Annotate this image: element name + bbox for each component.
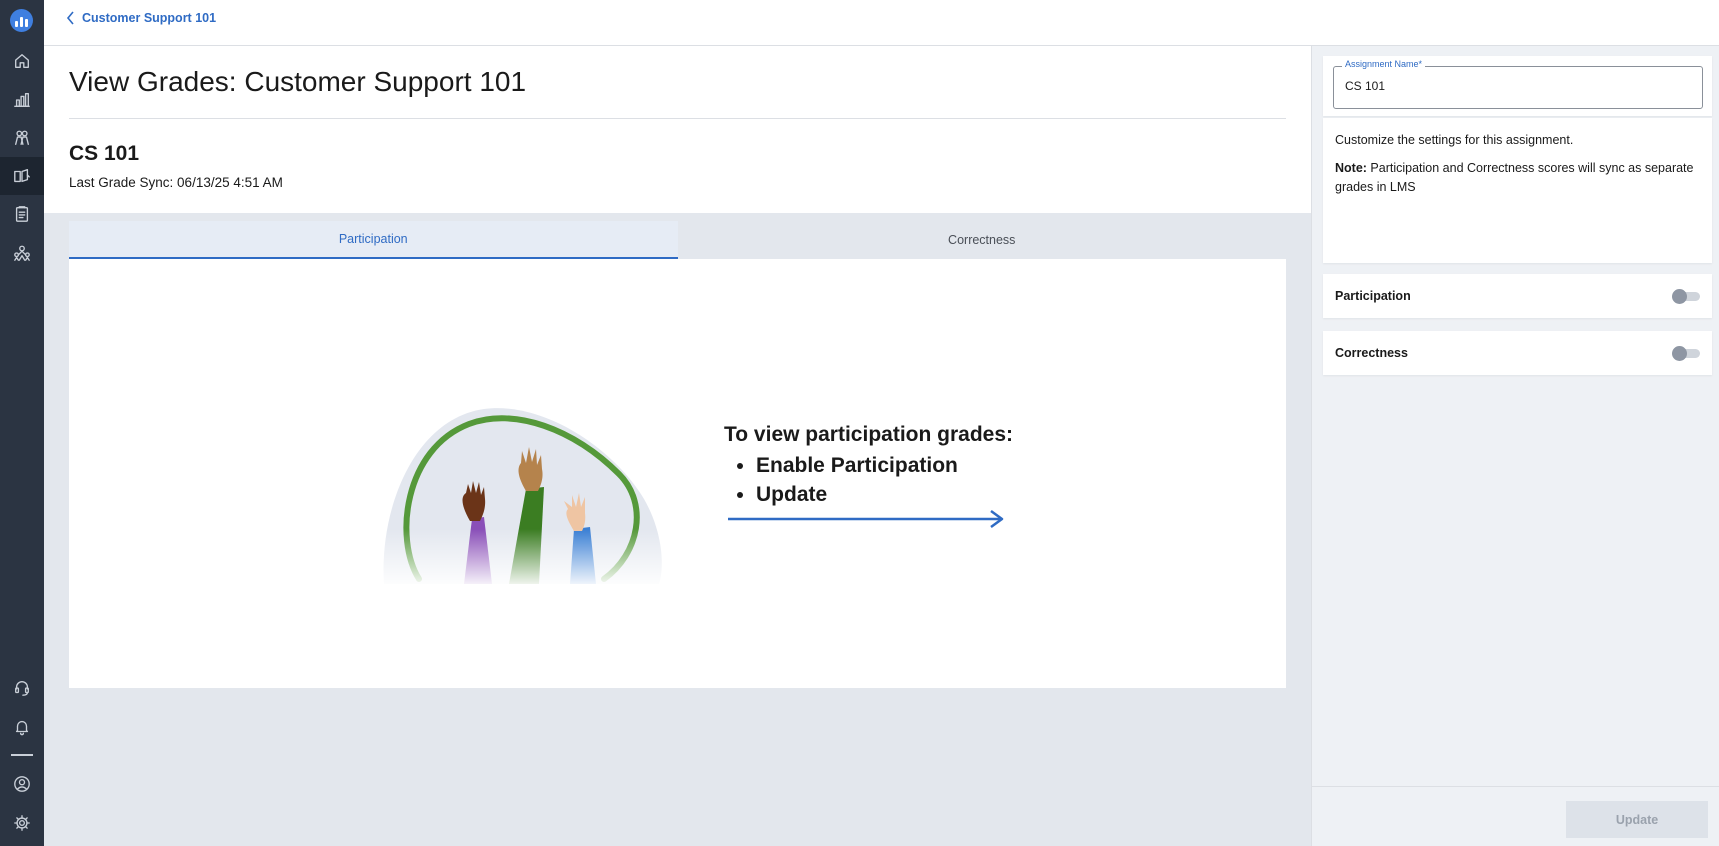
user-profile-icon[interactable] — [0, 765, 44, 803]
app-logo-icon[interactable] — [10, 9, 33, 32]
assignment-title: CS 101 — [69, 142, 140, 165]
participation-toggle-label: Participation — [1335, 289, 1411, 303]
clipboard-icon[interactable] — [0, 195, 44, 233]
main-content: View Grades: Customer Support 101 CS 101… — [44, 46, 1311, 846]
instruction-step: Enable Participation — [756, 451, 1013, 480]
home-icon[interactable] — [0, 42, 44, 80]
raised-hands-illustration — [374, 389, 684, 589]
settings-gear-icon[interactable] — [0, 804, 44, 842]
grades-header: View Grades: Customer Support 101 CS 101… — [44, 46, 1311, 213]
left-nav-rail — [0, 0, 44, 846]
instructions-steps: Enable Participation Update — [724, 451, 1013, 509]
assignment-name-input[interactable] — [1345, 79, 1685, 93]
chevron-left-icon — [66, 11, 74, 25]
assignment-name-label: Assignment Name* — [1342, 59, 1426, 69]
support-headset-icon[interactable] — [0, 669, 44, 707]
reports-chart-icon[interactable] — [0, 81, 44, 119]
courses-book-icon[interactable] — [0, 157, 44, 195]
settings-description: Customize the settings for this assignme… — [1335, 133, 1574, 147]
correctness-toggle-card: Correctness — [1323, 331, 1712, 375]
back-link-label: Customer Support 101 — [82, 11, 217, 25]
bell-icon[interactable] — [0, 708, 44, 746]
nav-divider — [11, 754, 33, 756]
note-text: Participation and Correctness scores wil… — [1335, 161, 1694, 194]
last-grade-sync: Last Grade Sync: 06/13/25 4:51 AM — [69, 175, 283, 190]
grade-tabs: Participation Correctness — [69, 221, 1286, 259]
correctness-toggle-label: Correctness — [1335, 346, 1408, 360]
title-divider — [69, 118, 1286, 119]
people-icon[interactable] — [0, 119, 44, 157]
tab-correctness[interactable]: Correctness — [677, 221, 1286, 259]
update-button[interactable]: Update — [1566, 801, 1708, 838]
correctness-toggle[interactable] — [1670, 345, 1700, 361]
page-title: View Grades: Customer Support 101 — [69, 66, 527, 97]
settings-note: Note: Participation and Correctness scor… — [1335, 159, 1700, 197]
settings-footer: Update — [1312, 786, 1719, 846]
top-bar: Customer Support 101 — [44, 0, 1719, 46]
participation-toggle-card: Participation — [1323, 274, 1712, 318]
settings-description-card: Customize the settings for this assignme… — [1323, 118, 1712, 263]
instructions-title: To view participation grades: — [724, 423, 1013, 446]
assignment-name-card: Assignment Name* — [1323, 56, 1712, 116]
community-icon[interactable] — [0, 234, 44, 272]
participation-toggle[interactable] — [1670, 288, 1700, 304]
instruction-step: Update — [756, 480, 1013, 509]
enable-instructions: To view participation grades: Enable Par… — [724, 423, 1013, 509]
tab-participation[interactable]: Participation — [69, 221, 678, 259]
assignment-name-field[interactable]: Assignment Name* — [1333, 59, 1703, 109]
participation-panel: To view participation grades: Enable Par… — [69, 259, 1286, 688]
arrow-right-icon — [728, 509, 1004, 529]
assignment-settings-panel: Assignment Name* Customize the settings … — [1311, 46, 1719, 846]
note-label: Note: — [1335, 161, 1367, 175]
back-to-course-link[interactable]: Customer Support 101 — [66, 11, 216, 25]
